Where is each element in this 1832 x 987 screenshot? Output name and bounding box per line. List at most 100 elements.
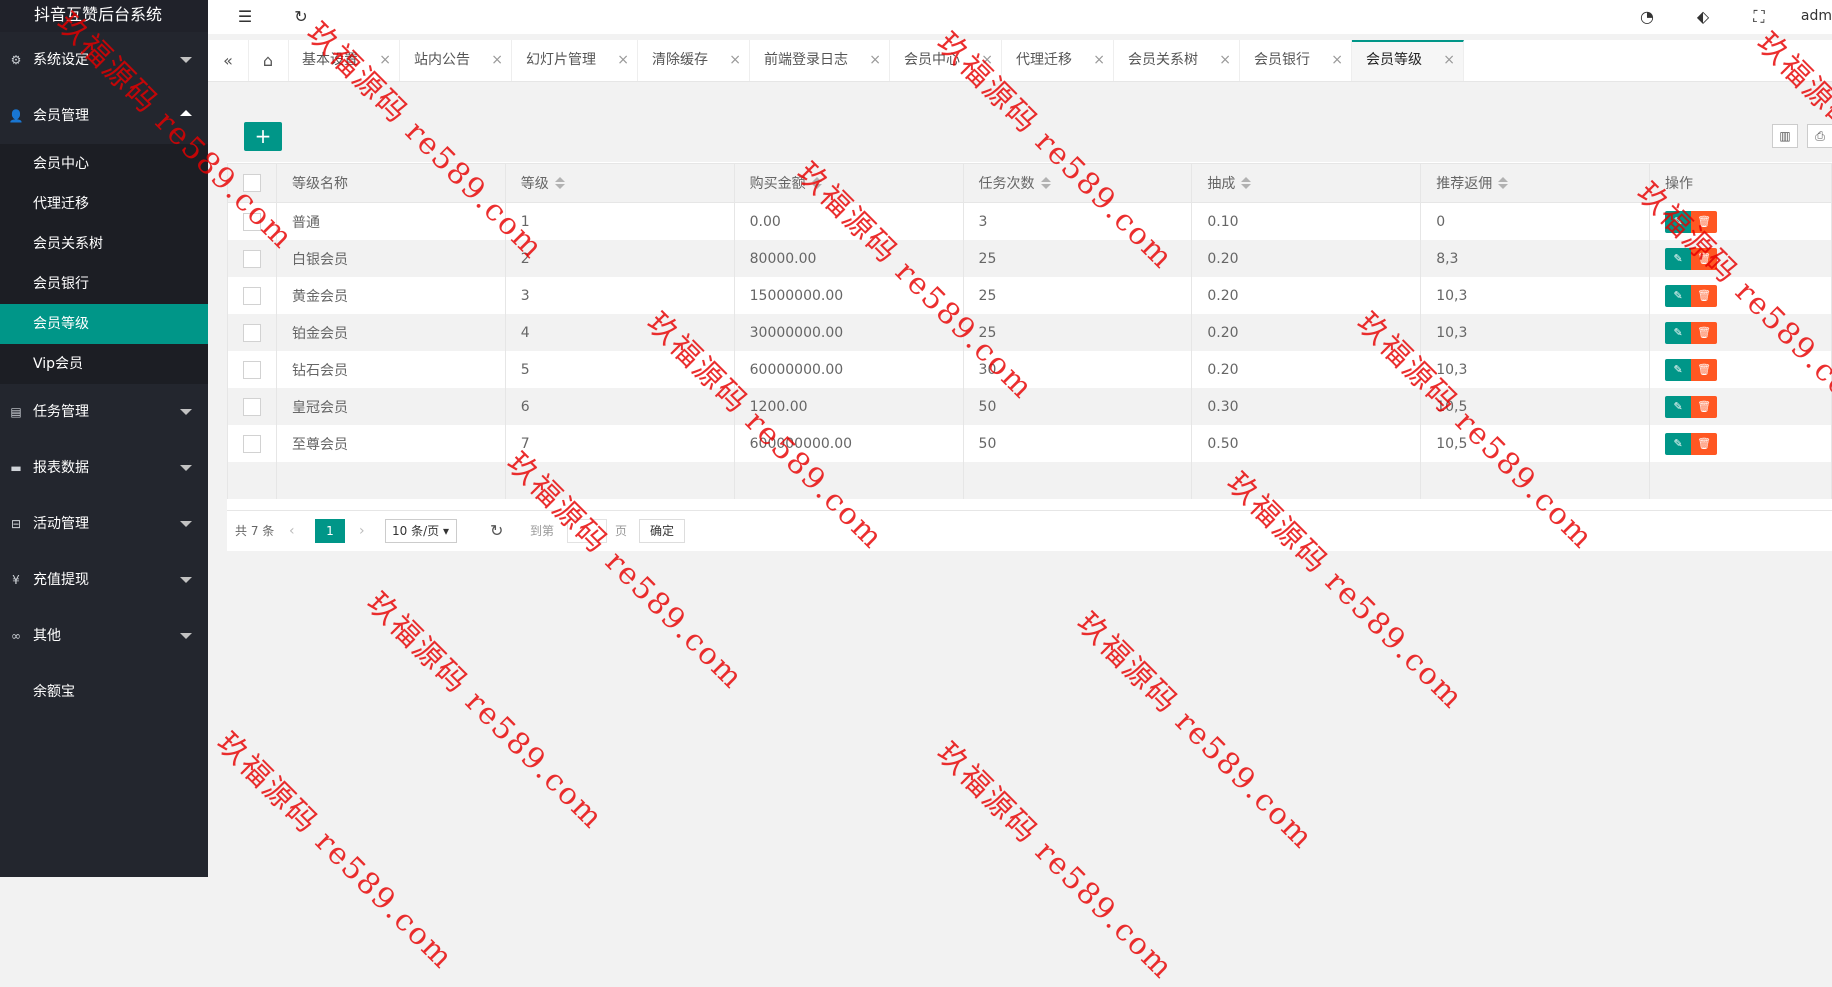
close-icon[interactable]: × [729, 40, 741, 81]
tab-bar: « ⌂ 基本设置 × 站内公告 × 幻灯片管理 × 清除缓存 × 前端登录日志 … [208, 40, 1832, 82]
trash-icon[interactable]: 🗑 [1691, 358, 1718, 381]
edit-icon[interactable]: ✎ [1665, 432, 1692, 455]
cell-task-count: 50 [962, 388, 1193, 425]
trash-icon[interactable]: 🗑 [1691, 395, 1718, 418]
refresh-icon[interactable]: ↻ [286, 0, 316, 34]
submenu-member-center[interactable]: 会员中心 [0, 144, 208, 184]
close-icon[interactable]: × [981, 40, 993, 81]
close-icon[interactable]: × [1219, 40, 1231, 81]
submenu-agent-migration[interactable]: 代理迁移 [0, 184, 208, 224]
submenu-vip-member[interactable]: Vip会员 [0, 344, 208, 384]
row-checkbox[interactable] [227, 277, 277, 314]
close-icon[interactable]: × [491, 40, 503, 81]
menu-report-data[interactable]: ▬ 报表数据 [0, 440, 208, 496]
row-checkbox[interactable] [227, 425, 277, 462]
refresh-page-icon[interactable]: ↻ [490, 511, 503, 551]
tab-basic-settings[interactable]: 基本设置 × [288, 40, 400, 81]
theme-palette-icon[interactable]: ◔ [1632, 0, 1662, 34]
edit-icon[interactable]: ✎ [1665, 321, 1692, 344]
prev-page-icon[interactable]: ‹ [289, 511, 295, 551]
cell-level-name: 普通 [275, 202, 506, 240]
edit-icon[interactable]: ✎ [1665, 210, 1692, 233]
tab-member-bank[interactable]: 会员银行 × [1240, 40, 1352, 81]
menu-recharge-withdraw[interactable]: ¥ 充值提现 [0, 552, 208, 608]
empty-cell [733, 462, 964, 499]
row-checkbox[interactable] [227, 202, 277, 240]
close-icon[interactable]: × [1093, 40, 1105, 81]
menu-label: 其他 [33, 628, 61, 644]
cell-purchase-amount: 80000.00 [733, 240, 964, 277]
menu-system-settings[interactable]: ⚙ 系统设定 [0, 32, 208, 88]
page-number-current[interactable]: 1 [315, 519, 345, 543]
menu-yuebao[interactable]: 余额宝 [0, 664, 208, 720]
menu-collapse-icon[interactable]: ☰ [230, 0, 260, 34]
submenu-member-tree[interactable]: 会员关系树 [0, 224, 208, 264]
row-checkbox[interactable] [227, 314, 277, 351]
tab-login-log[interactable]: 前端登录日志 × [750, 40, 890, 81]
list-icon: ▤ [10, 405, 22, 419]
edit-icon[interactable]: ✎ [1665, 284, 1692, 307]
menu-activity-management[interactable]: ⊟ 活动管理 [0, 496, 208, 552]
add-button[interactable]: + [244, 122, 282, 151]
close-icon[interactable]: × [617, 40, 629, 81]
edit-icon[interactable]: ✎ [1665, 358, 1692, 381]
close-icon[interactable]: × [1331, 40, 1343, 81]
cell-referral-rebate: 10,3 [1420, 277, 1651, 314]
col-commission[interactable]: 抽成 [1191, 163, 1422, 203]
edit-icon[interactable]: ✎ [1665, 395, 1692, 418]
confirm-button[interactable]: 确定 [639, 519, 685, 543]
row-checkbox[interactable] [227, 388, 277, 425]
home-icon[interactable]: ⌂ [248, 40, 289, 81]
empty-cell [227, 462, 277, 499]
empty-cell [1420, 462, 1651, 499]
page-size-select[interactable]: 10 条/页 ▾ [385, 519, 457, 543]
tab-announcement[interactable]: 站内公告 × [400, 40, 512, 81]
tab-clear-cache[interactable]: 清除缓存 × [638, 40, 750, 81]
columns-filter-icon[interactable]: ▥ [1772, 124, 1798, 148]
cell-level: 7 [504, 425, 735, 462]
trash-icon[interactable]: 🗑 [1691, 284, 1718, 307]
tab-agent-migration[interactable]: 代理迁移 × [1002, 40, 1114, 81]
col-purchase-amount[interactable]: 购买金额 [733, 163, 964, 203]
tab-slideshow[interactable]: 幻灯片管理 × [512, 40, 638, 81]
goto-suffix: 页 [615, 524, 628, 538]
content-panel: + ▥ ⎙ 等级名称 等级 购买金额 任务次数 抽成 推荐返佣 操作 普通 1 … [227, 110, 1832, 551]
trash-icon[interactable]: 🗑 [1691, 247, 1718, 270]
close-icon[interactable]: × [1443, 42, 1455, 79]
caret-down-icon [180, 465, 192, 471]
fullscreen-icon[interactable]: ⛶ [1744, 0, 1774, 34]
submenu-member-level[interactable]: 会员等级 [0, 304, 208, 344]
tabs-scroll-left-icon[interactable]: « [208, 40, 249, 81]
row-checkbox[interactable] [227, 240, 277, 277]
menu-label: 余额宝 [33, 684, 75, 700]
tab-member-center[interactable]: 会员中心 × [890, 40, 1002, 81]
close-icon[interactable]: × [869, 40, 881, 81]
admin-user[interactable]: adm [1801, 0, 1832, 32]
col-actions: 操作 [1649, 163, 1832, 203]
trash-icon[interactable]: 🗑 [1691, 432, 1718, 455]
cell-referral-rebate: 10,5 [1420, 425, 1651, 462]
menu-member-management[interactable]: 👤 会员管理 [0, 88, 208, 144]
trash-icon[interactable]: 🗑 [1691, 321, 1718, 344]
tab-member-level[interactable]: 会员等级 × [1352, 40, 1464, 81]
top-header: ☰ ↻ ◔ ⬖ ⛶ adm [208, 0, 1832, 34]
menu-other[interactable]: ∞ 其他 [0, 608, 208, 664]
trash-icon[interactable]: 🗑 [1691, 210, 1718, 233]
tag-icon[interactable]: ⬖ [1688, 0, 1718, 34]
col-referral-rebate[interactable]: 推荐返佣 [1420, 163, 1651, 203]
edit-icon[interactable]: ✎ [1665, 247, 1692, 270]
goto-prefix: 到第 [530, 524, 555, 538]
col-task-count[interactable]: 任务次数 [962, 163, 1193, 203]
menu-task-management[interactable]: ▤ 任务管理 [0, 384, 208, 440]
close-icon[interactable]: × [379, 40, 391, 81]
goto-page-input[interactable] [567, 519, 607, 543]
caret-up-icon [180, 110, 192, 116]
col-level[interactable]: 等级 [504, 163, 735, 203]
tab-member-tree[interactable]: 会员关系树 × [1114, 40, 1240, 81]
print-icon[interactable]: ⎙ [1807, 124, 1832, 148]
select-all-checkbox[interactable] [227, 163, 277, 203]
row-checkbox[interactable] [227, 351, 277, 388]
next-page-icon[interactable]: › [359, 511, 365, 551]
cell-level-name: 钻石会员 [275, 351, 506, 388]
submenu-member-bank[interactable]: 会员银行 [0, 264, 208, 304]
